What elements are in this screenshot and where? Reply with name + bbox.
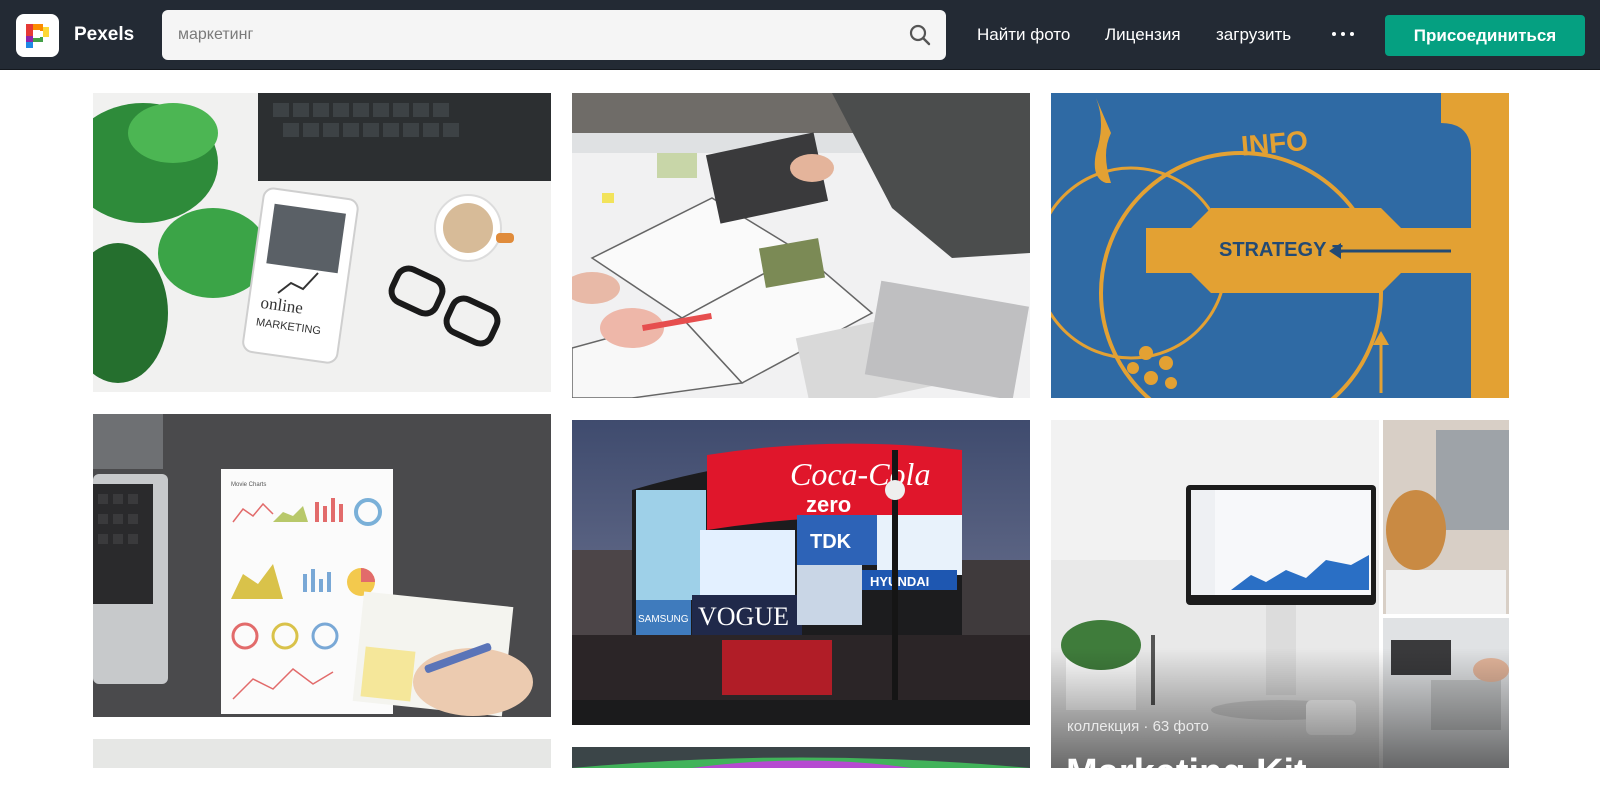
photo-column1-next[interactable] [93, 739, 551, 768]
svg-text:Coca-Cola: Coca-Cola [790, 456, 930, 492]
more-menu-icon[interactable] [1330, 22, 1356, 46]
collection-marketing-kit[interactable] [1051, 420, 1509, 768]
svg-text:HYUNDAI: HYUNDAI [870, 574, 929, 589]
nav-license[interactable]: Лицензия [1105, 25, 1181, 45]
brand-name[interactable]: Pexels [74, 24, 134, 46]
photo-team-planning-table[interactable] [572, 93, 1030, 398]
photo-strategy-board[interactable]: INFO STRATEGY = [1051, 93, 1509, 398]
svg-text:STRATEGY =: STRATEGY = [1219, 239, 1343, 261]
photo-piccadilly-billboards[interactable]: Coca-Cola zero TDK HYUNDAI VOGUE SAMSUNG [572, 420, 1030, 725]
svg-text:INFO: INFO [1240, 125, 1309, 162]
svg-text:SAMSUNG: SAMSUNG [638, 614, 689, 625]
search-bar [162, 10, 946, 60]
svg-text:TDK: TDK [810, 531, 852, 553]
svg-text:Movie Charts: Movie Charts [231, 482, 266, 488]
collection-overlay [1051, 648, 1509, 768]
collection-title[interactable]: Marketing Kit [1066, 752, 1307, 795]
search-icon[interactable] [908, 23, 932, 47]
nav-upload[interactable]: загрузить [1216, 25, 1291, 45]
svg-text:zero: zero [806, 492, 851, 517]
collection-meta: коллекция · 63 фото [1067, 718, 1209, 735]
join-button[interactable]: Присоединиться [1385, 15, 1585, 56]
svg-text:VOGUE: VOGUE [698, 602, 789, 631]
photo-online-marketing-desk[interactable]: online MARKETING [93, 93, 551, 392]
top-navigation-bar: Pexels Найти фото Лицензия загрузить При… [0, 0, 1600, 70]
nav-find-photos[interactable]: Найти фото [977, 25, 1070, 45]
pexels-logo[interactable] [16, 14, 59, 57]
photo-column2-next[interactable] [572, 747, 1030, 768]
pexels-logo-icon [26, 24, 49, 48]
photo-charts-laptop[interactable]: Movie Charts [93, 414, 551, 717]
search-input[interactable] [178, 10, 878, 60]
